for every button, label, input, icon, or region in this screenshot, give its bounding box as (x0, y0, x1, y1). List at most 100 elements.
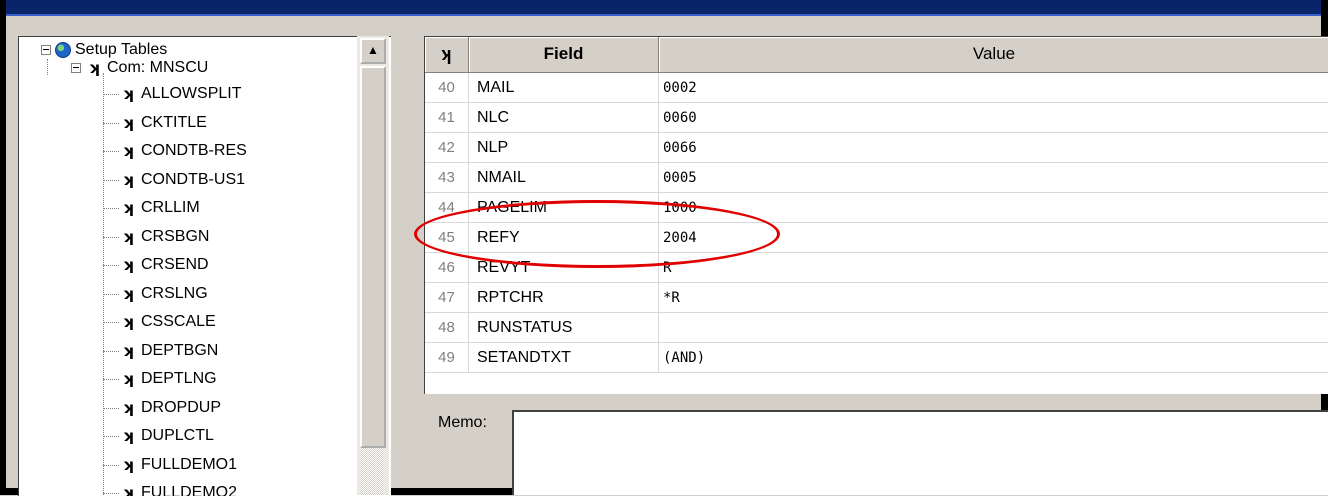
field-cell[interactable]: REFY (469, 223, 659, 253)
value-cell[interactable]: 0002 (659, 73, 1328, 103)
setup-tables-tree[interactable]: Setup Tables ʞ Com: MNSCU ʞ ALLOWSPLIT ʞ CKT… (18, 36, 391, 496)
memo-label: Memo: (438, 414, 487, 431)
tree-connector (103, 265, 119, 266)
field-cell[interactable]: NLP (469, 133, 659, 163)
tree-item[interactable]: ʞ DROPDUP (119, 395, 222, 421)
table-icon: ʞ (122, 398, 134, 417)
tree-connector (103, 179, 119, 181)
row-number: 49 (425, 343, 469, 373)
row-number: 41 (425, 103, 469, 133)
table-icon: ʞ (122, 170, 134, 189)
table-icon: ʞ (122, 484, 134, 496)
tree-item-label: FULLDEMO1 (141, 455, 238, 473)
tree-item-label: CONDTB-RES (141, 142, 247, 160)
row-number: 48 (425, 313, 469, 343)
row-number: 45 (425, 223, 469, 253)
globe-icon (55, 41, 71, 58)
tree-item[interactable]: ʞ CRLLIM (119, 195, 200, 221)
tree-connector (103, 464, 119, 466)
tree-item[interactable]: ʞ DEPTLNG (119, 366, 217, 392)
tree-item-label: DUPLCTL (141, 427, 214, 445)
tree-connector (103, 94, 119, 95)
field-cell[interactable]: SETANDTXT (469, 343, 659, 373)
row-number: 43 (425, 163, 469, 193)
row-number: 44 (425, 193, 469, 223)
tree-item-label: DEPTLNG (141, 370, 217, 388)
field-cell[interactable]: RPTCHR (469, 283, 659, 313)
value-cell[interactable]: (AND) (659, 343, 1328, 373)
value-cell[interactable]: *R (659, 283, 1328, 313)
tree-item-label: CONDTB-US1 (141, 170, 246, 188)
tree-connector (103, 73, 104, 496)
column-header-value[interactable]: Value (659, 37, 1328, 73)
value-cell[interactable]: 1000 (659, 193, 1328, 223)
table-row[interactable]: 41 NLC 0060 (425, 103, 1328, 133)
field-cell[interactable]: MAIL (469, 73, 659, 103)
tree-item[interactable]: ʞ CRSEND (119, 252, 209, 278)
tree-connector (103, 151, 119, 152)
tree-item[interactable]: ʞ FULLDEMO1 (119, 452, 238, 478)
value-cell[interactable]: 0060 (659, 103, 1328, 133)
value-cell[interactable]: 0005 (659, 163, 1328, 193)
row-number: 46 (425, 253, 469, 283)
field-cell[interactable]: PAGELIM (469, 193, 659, 223)
tree-item-label: CRSLNG (141, 284, 208, 302)
table-icon: ʞ (122, 313, 134, 331)
field-cell[interactable]: NLC (469, 103, 659, 133)
tree-connector (103, 407, 119, 409)
table-row[interactable]: 40 MAIL 0002 (425, 73, 1328, 103)
scroll-up-arrow-icon[interactable]: ▲ (360, 38, 386, 64)
tree-node-label: Com: MNSCU (107, 59, 209, 77)
field-cell[interactable]: NMAIL (469, 163, 659, 193)
tree-item[interactable]: ʞ DEPTBGN (119, 338, 219, 364)
table-row[interactable]: 44 PAGELIM 1000 (425, 193, 1328, 223)
value-cell[interactable]: 2004 (659, 223, 1328, 253)
tree-item-label: CSSCALE (141, 313, 216, 331)
tree-node-com-mnscu[interactable]: ʞ Com: MNSCU (71, 55, 208, 81)
tree-item[interactable]: ʞ CRSBGN (119, 224, 210, 250)
tree-item[interactable]: ʞ CONDTB-RES (119, 138, 247, 164)
field-cell[interactable]: RUNSTATUS (469, 313, 659, 343)
table-icon: ʞ (122, 427, 134, 445)
table-icon: ʞ (122, 199, 134, 217)
table-icon: ʞ (122, 142, 134, 160)
column-header-field[interactable]: Field (469, 37, 659, 73)
tree-connector (103, 350, 119, 352)
frame-left-edge (0, 0, 6, 495)
table-row[interactable]: 43 NMAIL 0005 (425, 163, 1328, 193)
tree-item[interactable]: ʞ DUPLCTL (119, 423, 214, 449)
table-row[interactable]: 45 REFY 2004 (425, 223, 1328, 253)
tree-item-label: ALLOWSPLIT (141, 85, 242, 103)
memo-textarea[interactable] (512, 410, 1328, 495)
tree-item[interactable]: ʞ CSSCALE (119, 309, 216, 335)
table-row[interactable]: 46 REVYT R (425, 253, 1328, 283)
tree-scrollbar[interactable]: ▲ (357, 36, 389, 495)
table-row[interactable]: 42 NLP 0066 (425, 133, 1328, 163)
field-cell[interactable]: REVYT (469, 253, 659, 283)
tree-connector (103, 236, 119, 238)
fields-grid[interactable]: ʞ Field Value 40 MAIL 0002 41 NLC 0060 42 NLP 00… (424, 36, 1328, 394)
collapse-icon[interactable] (71, 63, 81, 73)
tree-item[interactable]: ʞ CRSLNG (119, 281, 208, 307)
grid-header: ʞ Field Value (425, 37, 1328, 73)
tree-item[interactable]: ʞ CKTITLE (119, 110, 207, 136)
tree-item[interactable]: ʞ ALLOWSPLIT (119, 81, 242, 107)
value-cell[interactable] (659, 313, 1328, 343)
title-bar (6, 0, 1328, 16)
table-icon: ʞ (122, 370, 134, 388)
value-cell[interactable]: R (659, 253, 1328, 283)
tree-item[interactable]: ʞ CONDTB-US1 (119, 167, 246, 193)
tree-item-label: CRSBGN (141, 227, 210, 245)
tree-item[interactable]: ʞ FULLDEMO2 (119, 480, 238, 496)
collapse-icon[interactable] (41, 44, 51, 55)
value-cell[interactable]: 0066 (659, 133, 1328, 163)
table-row[interactable]: 47 RPTCHR *R (425, 283, 1328, 313)
tree-connector (103, 293, 119, 295)
scroll-thumb[interactable] (360, 66, 386, 448)
tree-item-label: DEPTBGN (141, 341, 219, 359)
tree-item-label: DROPDUP (141, 398, 222, 416)
table-icon: ʞ (122, 455, 134, 474)
table-row[interactable]: 49 SETANDTXT (AND) (425, 343, 1328, 373)
tree-item-label: CRLLIM (141, 199, 200, 217)
table-row[interactable]: 48 RUNSTATUS (425, 313, 1328, 343)
